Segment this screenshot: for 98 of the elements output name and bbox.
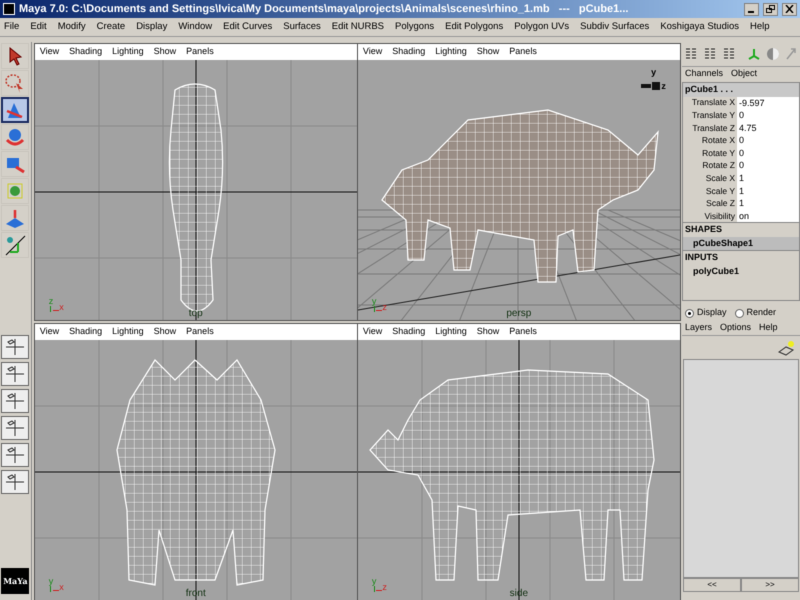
radio-label: Render xyxy=(746,306,776,320)
menu-item[interactable]: Edit xyxy=(30,20,47,34)
layout-button[interactable] xyxy=(1,442,30,466)
attribute-value[interactable]: 0 xyxy=(737,109,799,122)
viewport-menu-item[interactable]: Show xyxy=(154,45,176,59)
layer-menu-item[interactable]: Options xyxy=(720,321,752,335)
restore-icon xyxy=(766,5,775,13)
viewport-menu-item[interactable]: View xyxy=(362,325,382,339)
attribute-value[interactable]: 1 xyxy=(737,197,799,210)
window-title: Maya 7.0: C:\Documents and Settings\Ivica\My Documents\maya\projects\Animals\scenes\rhino_1.mb --- pCube1... xyxy=(19,2,630,17)
list-icon[interactable] xyxy=(723,48,737,60)
layout-button[interactable] xyxy=(1,416,30,440)
attribute-name: Rotate Z xyxy=(701,159,736,172)
menu-item[interactable]: Polygons xyxy=(395,20,434,34)
layer-menu-item[interactable]: Help xyxy=(759,321,778,335)
viewport-menu-item[interactable]: Shading xyxy=(69,45,102,59)
layout-button[interactable] xyxy=(1,470,30,494)
menu-item[interactable]: Koshigaya Studios xyxy=(660,20,740,34)
new-layer-icon[interactable] xyxy=(778,340,796,356)
tool-button[interactable] xyxy=(1,97,30,123)
minimize-button[interactable] xyxy=(744,2,759,16)
attribute-value[interactable]: 0 xyxy=(737,159,799,172)
viewport-menu-item[interactable]: View xyxy=(362,45,382,59)
shape-node[interactable]: pCubeShape1 xyxy=(683,236,799,250)
viewport-menu-item[interactable]: Shading xyxy=(392,325,426,339)
viewport-menu-item[interactable]: Shading xyxy=(392,45,426,59)
list-icon[interactable] xyxy=(685,48,699,60)
viewport-menu-item[interactable]: Lighting xyxy=(112,325,144,339)
camera-label: persp xyxy=(506,309,532,319)
app-icon xyxy=(3,3,15,15)
viewport-menu-item[interactable]: View xyxy=(40,45,60,59)
menu-item[interactable]: Subdiv Surfaces xyxy=(580,20,650,34)
attribute-value[interactable]: 4.75 xyxy=(737,122,799,134)
viewport-menu-item[interactable]: Panels xyxy=(509,45,537,59)
viewport-menu-item[interactable]: Lighting xyxy=(435,325,467,339)
axis-indicator: y z xyxy=(372,577,387,592)
attribute-value[interactable]: 0 xyxy=(737,134,799,147)
viewport-menu-item[interactable]: Shading xyxy=(69,325,102,339)
viewport-menu-item[interactable]: Lighting xyxy=(435,45,467,59)
object-name: pCube1 . . . xyxy=(683,83,799,96)
viewport-menu-item[interactable]: Lighting xyxy=(112,45,144,59)
menu-item[interactable]: Edit NURBS xyxy=(332,20,384,34)
close-button[interactable] xyxy=(782,2,797,16)
menu-item[interactable]: File xyxy=(4,20,20,34)
attribute-name: Scale Y xyxy=(704,184,736,198)
viewport-menu-item[interactable]: Panels xyxy=(509,325,537,339)
attribute-name: Scale X xyxy=(704,172,736,185)
menu-item[interactable]: Edit Curves xyxy=(223,20,272,34)
menu-item[interactable]: Window xyxy=(178,20,212,34)
layout-button[interactable] xyxy=(1,362,30,386)
maya-logo: MaYa xyxy=(1,568,30,594)
section-header: INPUTS xyxy=(683,250,799,265)
viewport-menu-item[interactable]: Panels xyxy=(186,325,214,339)
page-button[interactable]: << xyxy=(683,578,741,592)
attribute-value[interactable]: -9.597 xyxy=(737,96,799,110)
menu-item[interactable]: Edit Polygons xyxy=(445,20,504,34)
attribute-name: Rotate X xyxy=(700,134,736,147)
attribute-name: Translate X xyxy=(690,96,736,110)
attribute-name: Rotate Y xyxy=(701,146,736,160)
view-cube[interactable]: y z xyxy=(641,66,666,93)
radio-button[interactable] xyxy=(734,308,744,318)
attribute-name: Visibility xyxy=(703,210,736,223)
attribute-value[interactable]: 1 xyxy=(737,184,799,198)
sphere-icon[interactable] xyxy=(766,47,780,61)
attribute-name: Translate Y xyxy=(691,109,736,122)
page-button[interactable]: >> xyxy=(741,578,799,592)
viewport-menu-item[interactable]: Show xyxy=(476,325,500,339)
axis-indicator: z x xyxy=(48,297,64,312)
menu-item[interactable]: Polygon UVs xyxy=(514,20,570,34)
viewport-menu-item[interactable]: Show xyxy=(154,325,176,339)
menu-item[interactable]: Surfaces xyxy=(283,20,321,34)
viewport-menu-item[interactable]: Panels xyxy=(186,45,214,59)
viewport-menu-item[interactable]: Show xyxy=(476,45,500,59)
menu-item[interactable]: Modify xyxy=(58,20,86,34)
attribute-value[interactable]: 1 xyxy=(737,172,799,185)
layout-button[interactable] xyxy=(1,388,30,412)
viewport-menu-item[interactable]: View xyxy=(40,325,60,339)
input-node[interactable]: polyCube1 xyxy=(683,264,799,278)
menu-item[interactable]: Create xyxy=(96,20,126,34)
axis-indicator: y x xyxy=(48,577,64,592)
radio-label: Display xyxy=(697,306,727,320)
attribute-value[interactable]: on xyxy=(737,210,799,222)
close-icon xyxy=(785,5,794,13)
channel-menu-item[interactable]: Object xyxy=(731,66,758,80)
radio-button[interactable] xyxy=(685,308,694,318)
attribute-value[interactable]: 0 xyxy=(737,146,799,160)
layout-button[interactable] xyxy=(1,334,30,358)
menu-item[interactable]: Display xyxy=(136,20,168,34)
attribute-name: Translate Z xyxy=(691,122,736,134)
list-icon[interactable] xyxy=(704,48,718,60)
manip-tool-icon xyxy=(4,234,26,256)
restore-button[interactable] xyxy=(763,2,778,16)
menu-item[interactable]: Help xyxy=(750,20,770,34)
layer-menu-item[interactable]: Layers xyxy=(685,321,712,335)
soft-tool-icon xyxy=(4,207,26,229)
rotate-tool-icon xyxy=(4,126,26,148)
attribute-name: Scale Z xyxy=(705,197,736,210)
channel-menu-item[interactable]: Channels xyxy=(685,66,724,80)
